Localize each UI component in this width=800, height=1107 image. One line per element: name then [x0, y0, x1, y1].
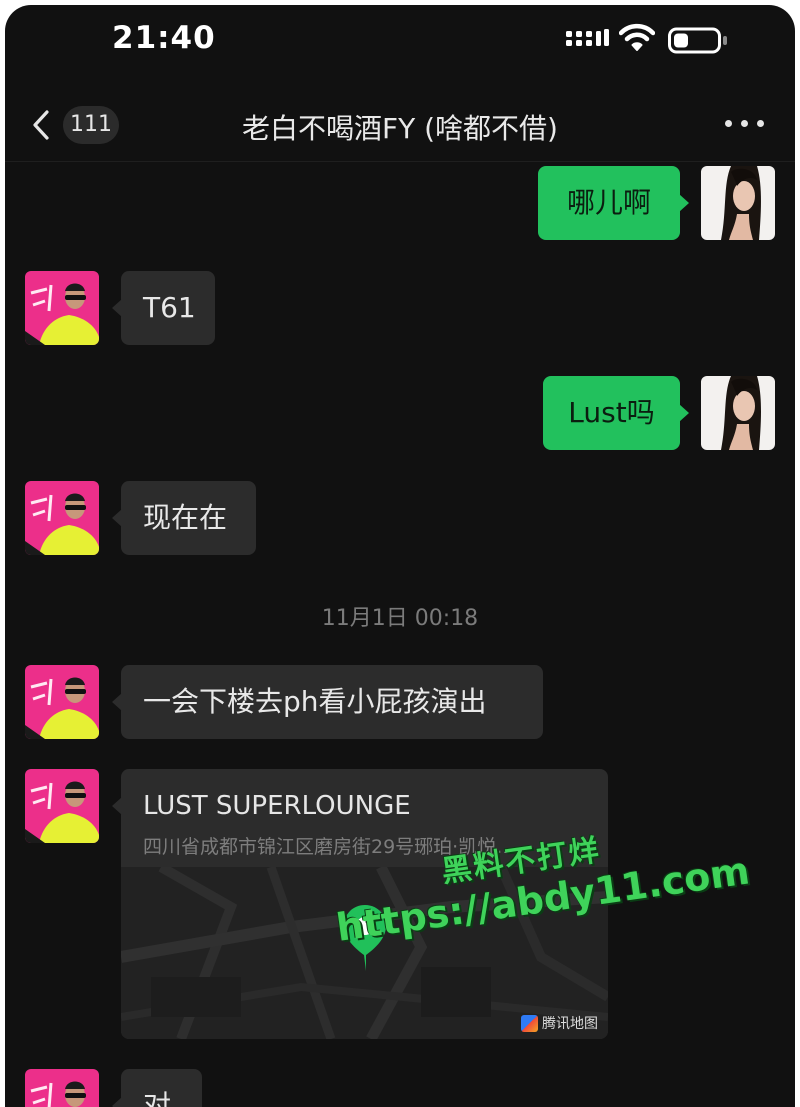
self-avatar[interactable] [701, 166, 775, 240]
map-provider-label: 腾讯地图 [521, 1013, 598, 1033]
contact-avatar-image [25, 271, 99, 345]
message-text: 哪儿啊 [566, 186, 651, 219]
message-text: 对 [143, 1089, 172, 1107]
contact-avatar[interactable] [25, 665, 99, 739]
map-preview[interactable]: 腾讯地图 [121, 867, 608, 1039]
contact-avatar-image [25, 481, 99, 555]
message-text: T61 [143, 291, 196, 324]
map-provider-name: 腾讯地图 [542, 1016, 598, 1032]
contact-avatar[interactable] [25, 481, 99, 555]
more-dots-icon [741, 120, 748, 127]
status-bar: 21:40 [5, 5, 795, 77]
wifi-icon [619, 23, 655, 51]
contact-avatar[interactable] [25, 271, 99, 345]
woman-portrait-image [701, 166, 775, 240]
message-bubble-incoming[interactable]: T61 [112, 271, 215, 345]
chat-title: 老白不喝酒FY (啥都不借) [242, 112, 558, 145]
message-bubble-outgoing[interactable]: 哪儿啊 [538, 166, 689, 240]
message-bubble-incoming[interactable]: 一会下楼去ph看小屁孩演出 [112, 665, 543, 739]
self-avatar[interactable] [701, 376, 775, 450]
signal-icon [566, 29, 609, 46]
contact-avatar[interactable] [25, 769, 99, 843]
location-address: 四川省成都市锦江区磨房街29号琊珀·凯悦... [143, 836, 515, 858]
back-button[interactable]: 111 [27, 103, 127, 147]
unread-count-badge: 111 [63, 106, 119, 144]
contact-avatar-image [25, 665, 99, 739]
chat-header: 111 老白不喝酒FY (啥都不借) [5, 77, 795, 162]
contact-avatar-image [25, 1069, 99, 1107]
contact-avatar[interactable] [25, 1069, 99, 1107]
location-pin-icon [344, 905, 386, 971]
status-time: 21:40 [112, 20, 216, 56]
more-button[interactable] [723, 113, 767, 133]
message-text: 一会下楼去ph看小屁孩演出 [143, 685, 487, 718]
chat-screen: 21:40 111 老白不喝酒FY (啥都不借) 哪儿啊 T61 Lust吗 现… [5, 5, 795, 1107]
location-message-card[interactable]: LUST SUPERLOUNGE 四川省成都市锦江区磨房街29号琊珀·凯悦... [112, 769, 608, 1039]
message-bubble-incoming[interactable]: 对 [112, 1069, 202, 1107]
more-dots-icon [757, 120, 764, 127]
message-bubble-outgoing[interactable]: Lust吗 [543, 376, 689, 450]
location-name: LUST SUPERLOUNGE [143, 791, 411, 821]
woman-portrait-image [701, 376, 775, 450]
battery-icon [668, 27, 727, 54]
contact-avatar-image [25, 769, 99, 843]
message-bubble-incoming[interactable]: 现在在 [112, 481, 256, 555]
more-dots-icon [725, 120, 732, 127]
message-text: Lust吗 [568, 396, 655, 429]
tencent-map-logo-icon [521, 1014, 538, 1032]
message-text: 现在在 [143, 501, 228, 534]
message-timestamp: 11月1日 00:18 [321, 606, 479, 631]
chevron-left-icon [33, 110, 49, 140]
